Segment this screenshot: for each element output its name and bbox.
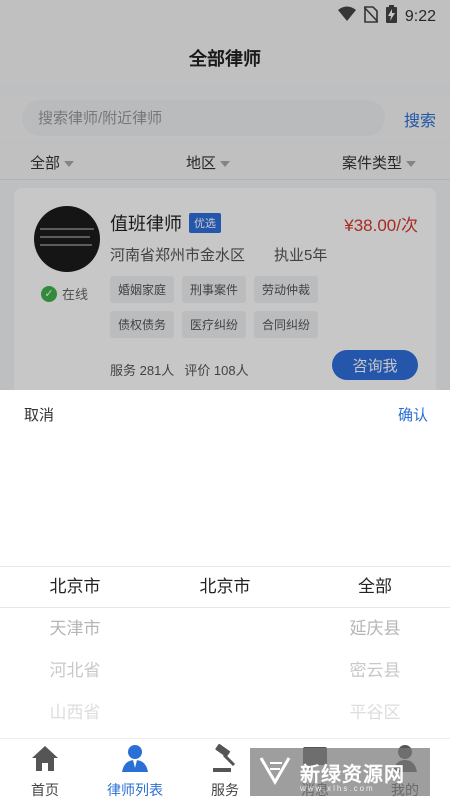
watermark-url: www.xlhs.com	[300, 784, 375, 793]
picker-option[interactable]: 北京市	[150, 566, 300, 608]
picker-option[interactable]: 平谷区	[300, 692, 450, 734]
picker-option[interactable]: 天津市	[0, 608, 150, 650]
lawyer-icon	[120, 743, 150, 778]
confirm-button[interactable]: 确认	[398, 404, 428, 425]
picker-option[interactable]: 河北省	[0, 650, 150, 692]
tab-lawyer-list-label: 律师列表	[107, 782, 163, 798]
picker-option[interactable]: 山西省	[0, 692, 150, 734]
picker-option[interactable]: 全部	[300, 566, 450, 608]
cancel-button[interactable]: 取消	[24, 404, 54, 425]
region-picker[interactable]: 北京市 天津市 河北省 山西省 北京市 全部 延庆县 密云县 平谷区	[0, 566, 450, 736]
watermark-logo-icon	[258, 753, 292, 792]
tab-home-label: 首页	[31, 782, 59, 798]
picker-option[interactable]: 延庆县	[300, 608, 450, 650]
picker-option[interactable]: 密云县	[300, 650, 450, 692]
tab-home[interactable]: 首页	[0, 743, 90, 800]
picker-column-province[interactable]: 北京市 天津市 河北省 山西省	[0, 566, 150, 734]
tab-lawyer-list[interactable]: 律师列表	[90, 743, 180, 800]
gavel-icon	[210, 743, 240, 778]
watermark-text: 新绿资源网	[300, 763, 405, 786]
site-watermark: 新绿资源网 www.xlhs.com	[250, 748, 430, 796]
picker-column-district[interactable]: 全部 延庆县 密云县 平谷区	[300, 566, 450, 734]
modal-overlay[interactable]	[0, 0, 450, 390]
picker-option[interactable]: 北京市	[0, 566, 150, 608]
picker-column-city[interactable]: 北京市	[150, 566, 300, 608]
home-icon	[30, 743, 60, 778]
tab-service-label: 服务	[211, 782, 239, 798]
